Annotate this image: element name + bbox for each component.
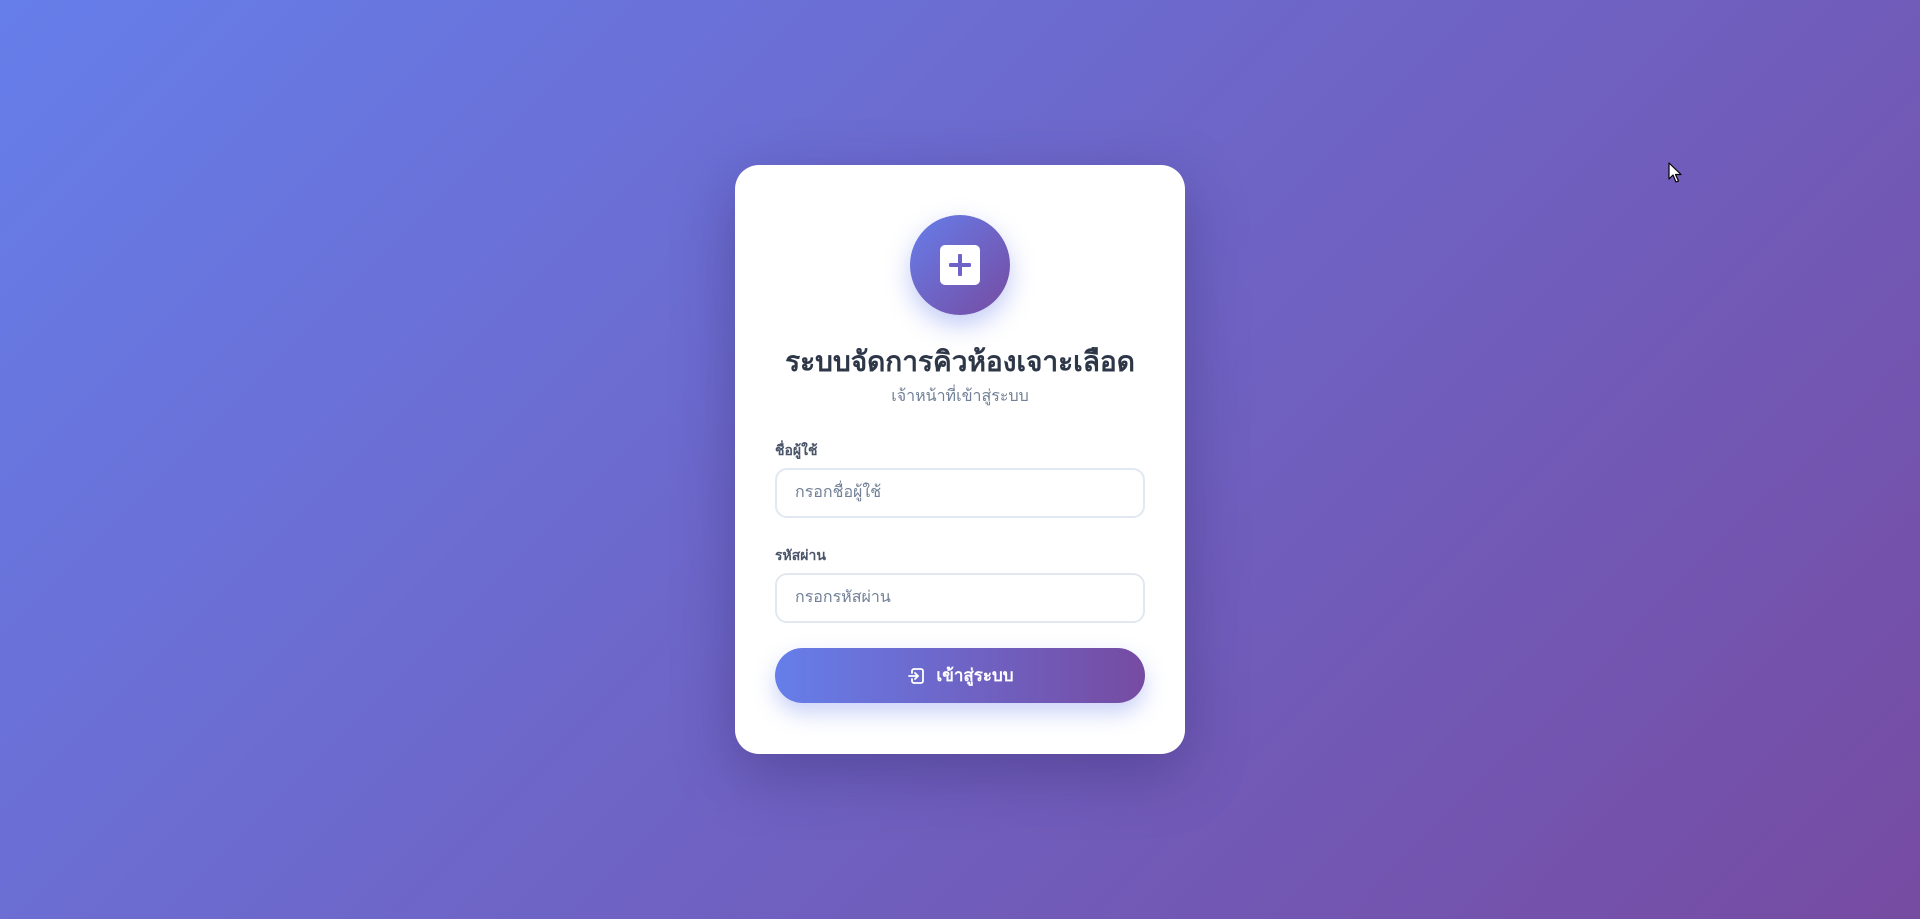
login-form: ชื่อผู้ใช้ รหัสผ่าน เข้าสู่ระบบ bbox=[775, 441, 1145, 703]
page-title: ระบบจัดการคิวห้องเจาะเลือด bbox=[785, 346, 1135, 377]
password-label: รหัสผ่าน bbox=[775, 547, 826, 563]
password-group: รหัสผ่าน bbox=[775, 546, 1145, 623]
login-button[interactable]: เข้าสู่ระบบ bbox=[775, 648, 1145, 703]
username-group: ชื่อผู้ใช้ bbox=[775, 441, 1145, 518]
page-subtitle: เจ้าหน้าที่เข้าสู่ระบบ bbox=[891, 388, 1029, 405]
medical-plus-icon bbox=[940, 245, 980, 285]
sign-in-icon bbox=[908, 667, 925, 684]
mouse-cursor-icon bbox=[1668, 162, 1682, 183]
login-card: ระบบจัดการคิวห้องเจาะเลือด เจ้าหน้าที่เข… bbox=[735, 165, 1185, 754]
username-input[interactable] bbox=[775, 468, 1145, 518]
username-label: ชื่อผู้ใช้ bbox=[775, 442, 818, 458]
logo-badge bbox=[910, 215, 1010, 315]
password-input[interactable] bbox=[775, 573, 1145, 623]
login-button-label: เข้าสู่ระบบ bbox=[936, 666, 1014, 685]
